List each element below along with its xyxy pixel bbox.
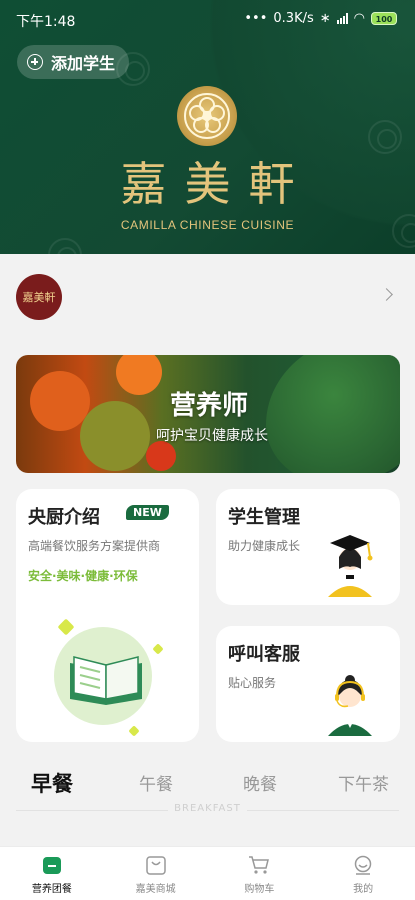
active-tab-en-label: BREAKFAST: [0, 803, 415, 814]
sparkle-icon: [57, 618, 75, 636]
customer-service-card[interactable]: 呼叫客服 贴心服务: [216, 626, 400, 742]
bluetooth-icon: ∗: [319, 11, 331, 26]
status-time: 下午1:48: [16, 14, 76, 30]
wifi-icon: ◠: [353, 11, 365, 26]
status-bar: 下午1:48 ••• 0.3K/s ∗ ◠ 100: [0, 0, 415, 40]
main-content: 嘉美軒 营养师 呵护宝贝健康成长 央厨介绍 NEW 高端餐饮服务方案提供商 安全…: [0, 254, 415, 854]
chevron-right-icon: [380, 288, 393, 301]
card-title: 学生管理: [228, 507, 300, 528]
store-row[interactable]: 嘉美軒: [0, 254, 415, 344]
bottom-navigation: 营养团餐 嘉美商城 购物车 我的: [0, 846, 415, 900]
tab-breakfast[interactable]: 早餐: [31, 768, 73, 798]
cart-icon: [249, 856, 270, 874]
signal-icon: [336, 13, 348, 24]
meal-bag-icon: [42, 857, 61, 874]
banner-title: 营养师: [170, 391, 249, 421]
shop-bag-icon: [145, 856, 166, 875]
nav-item-meals[interactable]: 营养团餐: [0, 847, 104, 900]
brand-name-cn: 嘉美軒: [120, 157, 313, 211]
card-subtitle: 高端餐饮服务方案提供商: [28, 539, 161, 553]
meal-tabs: 早餐 午餐 晚餐 下午茶 BREAKFAST: [0, 756, 415, 816]
add-student-label: 添加学生: [51, 54, 116, 73]
nav-item-cart[interactable]: 购物车: [208, 847, 312, 900]
new-badge: NEW: [126, 505, 169, 520]
brand-logo-icon: [177, 86, 237, 146]
nav-label: 我的: [353, 884, 374, 895]
student-management-card[interactable]: 学生管理 助力健康成长: [216, 489, 400, 605]
tab-lunch[interactable]: 午餐: [139, 770, 173, 795]
nav-item-shop[interactable]: 嘉美商城: [104, 847, 208, 900]
brand-name-en: CAMILLA CHINESE CUISINE: [120, 218, 295, 232]
nav-label: 购物车: [244, 884, 275, 895]
battery-icon: 100: [371, 12, 397, 25]
sparkle-icon: [128, 725, 140, 737]
card-subtitle: 贴心服务: [228, 676, 277, 690]
nav-label: 营养团餐: [31, 884, 72, 895]
card-slogan: 安全·美味·健康·环保: [28, 569, 138, 583]
more-dots-icon: •••: [244, 11, 268, 26]
card-subtitle: 助力健康成长: [228, 539, 301, 553]
hero-header: 下午1:48 ••• 0.3K/s ∗ ◠ 100 添加学生 嘉美軒 CAMIL…: [0, 0, 415, 290]
network-speed: 0.3K/s: [273, 11, 314, 26]
add-student-button[interactable]: 添加学生: [17, 45, 130, 79]
graduate-student-icon: [328, 535, 373, 597]
card-title: 呼叫客服: [228, 644, 300, 665]
customer-service-agent-icon: [328, 675, 372, 736]
tab-afternoon-tea[interactable]: 下午茶: [338, 770, 389, 795]
nutritionist-banner[interactable]: 营养师 呵护宝贝健康成长: [16, 355, 400, 473]
profile-icon: [354, 855, 372, 875]
store-avatar: 嘉美軒: [16, 274, 62, 320]
banner-subtitle: 呵护宝贝健康成长: [156, 428, 268, 444]
sparkle-icon: [152, 643, 164, 655]
tab-dinner[interactable]: 晚餐: [243, 770, 277, 795]
leaf-decor: [266, 355, 400, 473]
nav-label: 嘉美商城: [135, 884, 176, 895]
plus-circle-icon: [27, 54, 43, 70]
nav-item-profile[interactable]: 我的: [311, 847, 415, 900]
central-kitchen-card[interactable]: 央厨介绍 NEW 高端餐饮服务方案提供商 安全·美味·健康·环保: [16, 489, 199, 742]
card-title: 央厨介绍: [28, 507, 100, 528]
open-book-icon: [70, 656, 142, 705]
